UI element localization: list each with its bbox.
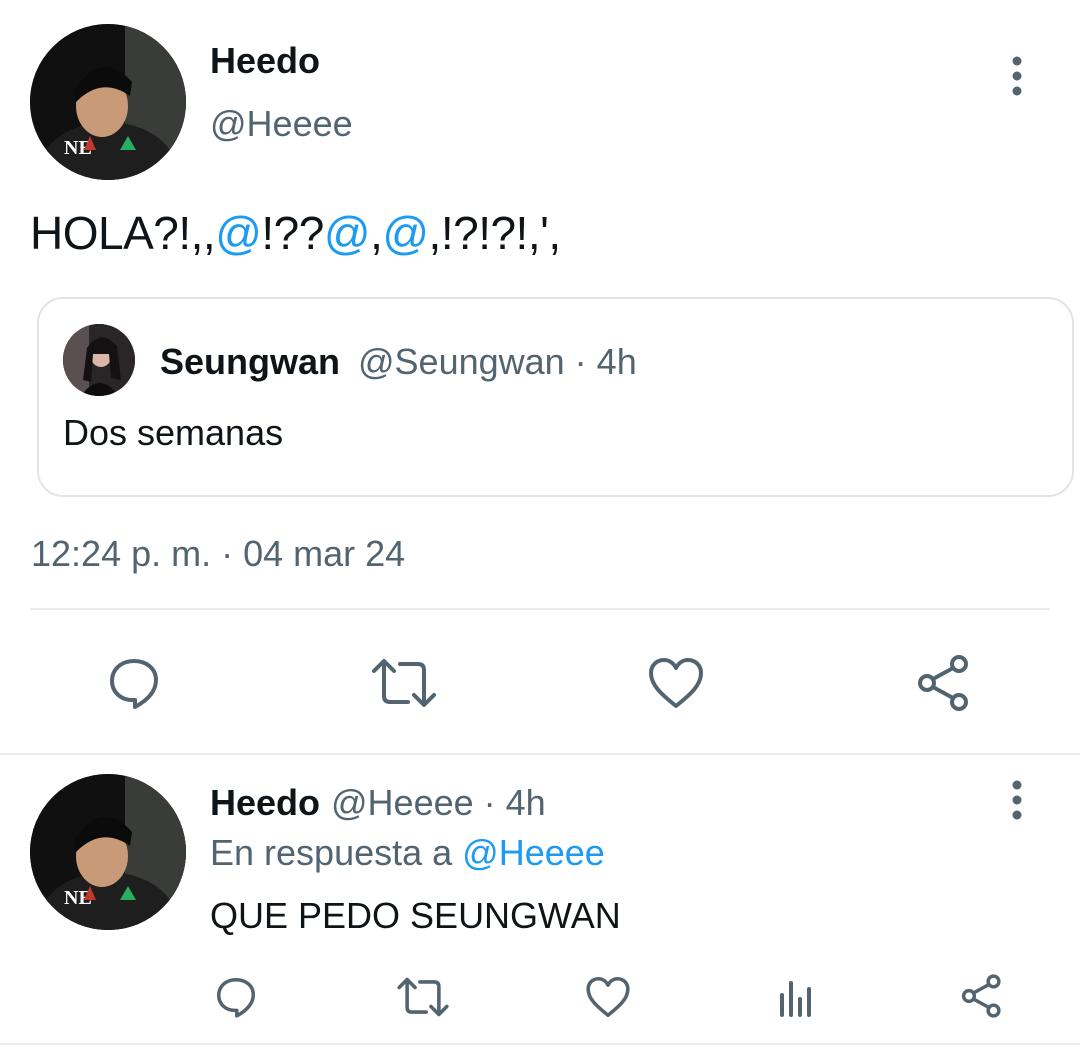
reply-text: QUE PEDO SEUNGWAN	[210, 895, 621, 936]
quoted-tweet-card[interactable]	[37, 297, 1074, 497]
reply-handle-time: @Heeee · 4h	[331, 782, 546, 823]
mention-link[interactable]: @	[324, 207, 371, 259]
quote-avatar[interactable]	[63, 324, 135, 396]
text-segment: ,!?!?!,',	[428, 207, 562, 259]
main-tweet-text: HOLA?!,,@!??@,@,!?!?!,',	[30, 206, 561, 260]
retweet-button[interactable]	[368, 650, 440, 716]
reply-avatar[interactable]: NE	[30, 774, 186, 930]
reply-icon	[110, 659, 158, 709]
more-vertical-icon[interactable]	[1003, 56, 1031, 96]
quote-text: Dos semanas	[63, 412, 284, 453]
reply-handle-link[interactable]: @Heeee	[462, 832, 605, 873]
main-handle[interactable]: @Heeee	[210, 103, 353, 145]
reply-button[interactable]	[98, 650, 170, 716]
share-icon	[918, 655, 968, 711]
analytics-button[interactable]	[770, 972, 822, 1022]
reply-prefix: En respuesta a	[210, 832, 463, 873]
like-button[interactable]	[582, 972, 634, 1022]
reply-context: En respuesta a @Heeee	[210, 832, 605, 874]
divider	[30, 608, 1050, 610]
quote-handle-time: @Seungwan · 4h	[358, 341, 637, 382]
text-segment: HOLA?!,,	[30, 207, 216, 259]
retweet-icon	[397, 977, 449, 1017]
reply-icon	[216, 977, 256, 1018]
reply-button[interactable]	[210, 972, 262, 1022]
retweet-icon	[372, 659, 436, 707]
analytics-icon	[780, 981, 811, 1017]
like-icon	[586, 976, 630, 1018]
text-segment: ,	[370, 207, 383, 259]
share-icon	[961, 974, 1001, 1018]
text-segment: !??	[261, 207, 324, 259]
main-avatar[interactable]: NE	[30, 24, 186, 180]
tweet-timestamp[interactable]: 12:24 p. m. · 04 mar 24	[31, 533, 405, 575]
like-button[interactable]	[640, 650, 712, 716]
mention-link[interactable]: @	[215, 207, 262, 259]
divider	[0, 1043, 1080, 1045]
quote-display-name: Seungwan	[160, 341, 341, 382]
mention-link[interactable]: @	[382, 207, 429, 259]
divider	[0, 753, 1080, 755]
share-button[interactable]	[956, 970, 1008, 1022]
reply-display-name[interactable]: Heedo	[210, 782, 320, 824]
like-icon	[649, 658, 703, 708]
main-display-name[interactable]: Heedo	[210, 40, 320, 82]
retweet-button[interactable]	[394, 972, 452, 1022]
share-button[interactable]	[908, 650, 980, 716]
more-vertical-icon[interactable]	[1003, 780, 1031, 820]
